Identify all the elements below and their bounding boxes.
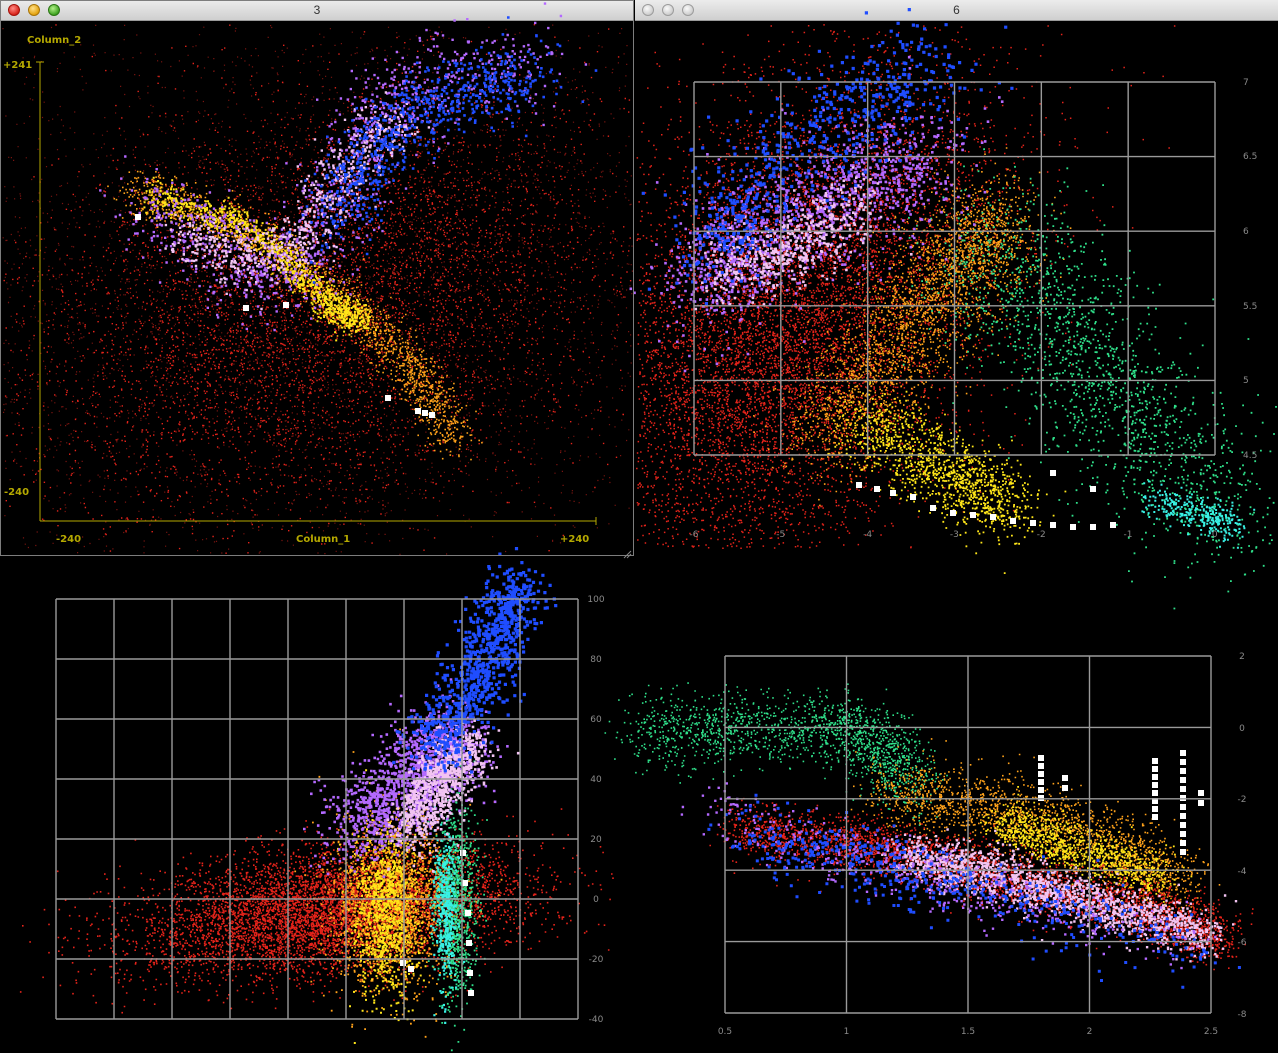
x-tick-label: 0.5: [718, 1027, 732, 1037]
red-points: [19, 801, 614, 1014]
y-tick-label: 5: [1243, 376, 1249, 386]
x-tick-label: 1: [844, 1027, 850, 1037]
x-max-label: +240: [560, 534, 589, 545]
y-max-label: +241: [3, 60, 32, 71]
scatter-bottom-right-points: [604, 682, 1254, 989]
y-min-label: -240: [4, 487, 29, 498]
x-tick-label: -1: [1124, 530, 1133, 540]
x-tick-label: -6: [690, 530, 699, 540]
y-tick-label: -2: [1238, 795, 1247, 805]
y-tick-label: -40: [589, 1015, 604, 1025]
yellow-points: [809, 378, 1067, 574]
y-tick-label: -4: [1238, 867, 1247, 877]
x-tick-label: 1.5: [961, 1027, 975, 1037]
y-tick-label: 6: [1243, 227, 1249, 237]
scatter-top-right-points: [629, 8, 1278, 610]
scatter-bottom-left-points: [19, 547, 614, 1052]
y-tick-label: 4.5: [1243, 451, 1257, 461]
y-tick-label: 20: [590, 835, 602, 845]
y-tick-label: 6.5: [1243, 152, 1257, 162]
y-tick-label: -20: [589, 955, 604, 965]
y-tick-label: 0: [593, 895, 599, 905]
x-tick-label: 0: [1212, 530, 1218, 540]
green-points: [902, 148, 1278, 610]
blue-points: [707, 793, 1241, 989]
x-axis-title: Column_1: [296, 534, 350, 545]
y-tick-label: 7: [1243, 78, 1249, 88]
x-tick-label: 2.5: [1204, 1027, 1218, 1037]
y-tick-label: 5.5: [1243, 302, 1257, 312]
x-min-label: -240: [56, 534, 81, 545]
background-dim-points: [2, 24, 633, 555]
y-tick-label: 0: [1239, 724, 1245, 734]
x-tick-label: -4: [863, 530, 872, 540]
y-tick-label: -6: [1238, 938, 1247, 948]
y-tick-label: 40: [590, 775, 602, 785]
x-tick-label: -3: [950, 530, 959, 540]
scatter-top-left-points: [2, 2, 633, 555]
x-tick-label: -5: [776, 530, 785, 540]
x-tick-label: -2: [1037, 530, 1046, 540]
y-tick-label: 2: [1239, 652, 1245, 662]
y-tick-label: 80: [590, 655, 602, 665]
y-tick-label: 60: [590, 715, 602, 725]
plot-canvas[interactable]: Column_2 +241 -240 -240 Column_1 +240 76…: [0, 0, 1278, 1053]
y-tick-label: -8: [1238, 1010, 1247, 1020]
x-tick-label: 2: [1087, 1027, 1093, 1037]
y-axis-title: Column_2: [27, 35, 81, 46]
resize-handle[interactable]: [622, 544, 632, 559]
top-left-axes: Column_2 +241 -240 -240 Column_1 +240: [3, 35, 597, 545]
y-tick-label: 100: [587, 595, 604, 605]
